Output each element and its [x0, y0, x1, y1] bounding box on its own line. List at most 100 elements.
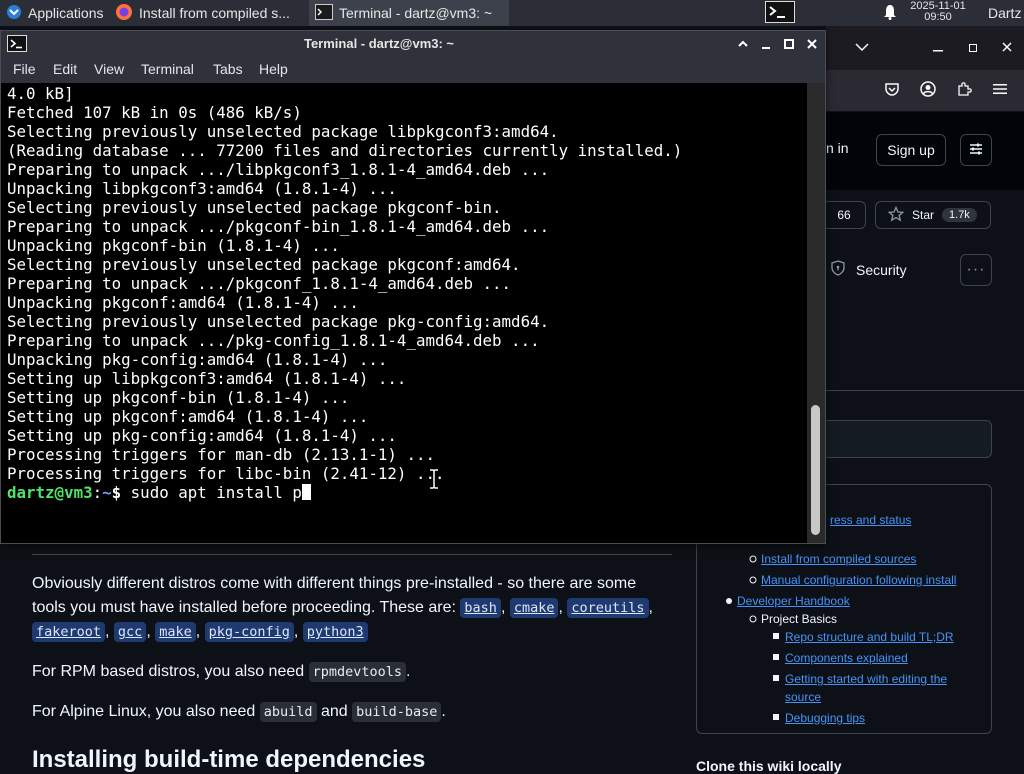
- tab-list-button[interactable]: [852, 38, 872, 58]
- term-close-button[interactable]: [806, 37, 818, 55]
- term-minimize-button[interactable]: [760, 37, 772, 55]
- scrollbar-thumb[interactable]: [811, 405, 820, 535]
- tool-coreutils[interactable]: coreutils: [567, 598, 649, 618]
- bullet-icon: [749, 555, 757, 563]
- clock[interactable]: 2025-11-01 09:50: [906, 1, 970, 23]
- toc-developer-handbook-link[interactable]: Developer Handbook: [737, 594, 850, 608]
- toc-editing-link[interactable]: Getting started with editing the: [785, 672, 947, 686]
- xfce-logo-icon: [6, 4, 22, 23]
- puzzle-icon: [956, 81, 972, 102]
- toc-components-link[interactable]: Components explained: [785, 651, 908, 665]
- terminal-line: Unpacking pkg-config:amd64 (1.8.1-4) ...: [7, 350, 388, 369]
- terminal-line: Preparing to unpack .../pkgconf-bin_1.8.…: [7, 217, 550, 236]
- kebab-icon: ···: [966, 261, 986, 278]
- prompt-separator: :: [92, 483, 103, 502]
- star-count: 1.7k: [942, 208, 977, 222]
- toc-debugging-link[interactable]: Debugging tips: [785, 711, 865, 725]
- rpm-paragraph: For RPM based distros, you also need rpm…: [32, 662, 411, 682]
- maximize-icon: [783, 37, 795, 54]
- sign-up-button[interactable]: Sign up: [876, 134, 946, 166]
- close-icon: [1002, 39, 1012, 57]
- menu-file[interactable]: File: [13, 61, 36, 77]
- tool-make[interactable]: make: [155, 622, 196, 642]
- shade-button[interactable]: [737, 37, 749, 55]
- sign-in-link[interactable]: n in: [826, 140, 849, 156]
- terminal-line: Setting up pkg-config:amd64 (1.8.1-4) ..…: [7, 426, 397, 445]
- tool-bash[interactable]: bash: [460, 598, 501, 618]
- minimize-icon: [933, 39, 943, 57]
- hamburger-icon: [993, 82, 1007, 100]
- top-panel: Applications Install from compiled s... …: [0, 0, 1024, 26]
- wiki-page-search-input[interactable]: [820, 420, 992, 458]
- minimize-button[interactable]: [928, 38, 948, 58]
- bullet-icon: [773, 675, 779, 681]
- notifications-button[interactable]: [876, 0, 904, 26]
- menu-edit[interactable]: Edit: [53, 61, 77, 77]
- browser-tab-bar: [826, 26, 1024, 70]
- pocket-button[interactable]: [882, 81, 902, 101]
- extensions-button[interactable]: [954, 81, 974, 101]
- star-icon: [887, 205, 905, 225]
- terminal-window[interactable]: Terminal - dartz@vm3: ~ File Edit View T…: [0, 30, 826, 544]
- toc-compiled-link[interactable]: Install from compiled sources: [761, 552, 916, 566]
- maximize-icon: [969, 39, 977, 57]
- header-menu-button[interactable]: [960, 134, 992, 166]
- tool-python3[interactable]: python3: [302, 622, 368, 642]
- menu-help[interactable]: Help: [259, 61, 288, 77]
- user-menu-button[interactable]: Dartz: [982, 0, 1024, 26]
- menu-terminal[interactable]: Terminal: [141, 61, 194, 77]
- bullet-icon: [773, 654, 779, 660]
- toc-project-basics: Project Basics: [761, 612, 838, 626]
- toc-progress-link[interactable]: ress and status: [830, 513, 911, 527]
- menu-view[interactable]: View: [94, 61, 124, 77]
- account-button[interactable]: [918, 80, 938, 101]
- terminal-line: Preparing to unpack .../libpkgconf3_1.8.…: [7, 160, 550, 179]
- bullet-icon: [749, 615, 757, 623]
- terminal-line: (Reading database ... 77200 files and di…: [7, 141, 683, 160]
- tool-cmake[interactable]: cmake: [509, 598, 559, 618]
- terminal-line: Fetched 107 kB in 0s (486 kB/s): [7, 103, 302, 122]
- tool-gcc[interactable]: gcc: [113, 622, 147, 642]
- intro-paragraph: Obviously different distros come with di…: [32, 572, 672, 644]
- terminal-line: Selecting previously unselected package …: [7, 312, 550, 331]
- toc-editing-link-cont[interactable]: source: [785, 690, 821, 704]
- menu-tabs[interactable]: Tabs: [213, 61, 243, 77]
- terminal-scrollbar[interactable]: [807, 83, 825, 543]
- browser-toolbar: [826, 70, 1024, 112]
- taskbar-browser-window[interactable]: Install from compiled s...: [109, 0, 309, 26]
- taskbar-terminal-window[interactable]: Terminal - dartz@vm3: ~: [309, 0, 509, 26]
- prompt-dollar: $: [111, 483, 122, 502]
- applications-menu-button[interactable]: Applications: [0, 0, 108, 26]
- more-tabs-button[interactable]: ···: [960, 254, 992, 286]
- terminal-icon: [315, 3, 333, 23]
- term-maximize-button[interactable]: [783, 37, 795, 55]
- rpm-tool: rpmdevtools: [308, 662, 406, 682]
- terminal-titlebar[interactable]: Terminal - dartz@vm3: ~: [1, 31, 825, 57]
- maximize-button[interactable]: [963, 38, 983, 58]
- clone-wiki-heading: Clone this wiki locally: [696, 758, 842, 774]
- github-header: n in Sign up: [826, 112, 1024, 190]
- taskbar-terminal-label: Terminal - dartz@vm3: ~: [339, 5, 493, 21]
- watch-count-button[interactable]: 66: [822, 201, 866, 229]
- alpine-tool-build-base: build-base: [352, 702, 442, 722]
- command-input[interactable]: sudo apt install p: [121, 483, 302, 502]
- terminal-line: Preparing to unpack .../pkg-config_1.8.1…: [7, 331, 540, 350]
- shield-icon: [830, 260, 846, 279]
- terminal-line: Selecting previously unselected package …: [7, 122, 559, 141]
- terminal-output[interactable]: 4.0 kB] Fetched 107 kB in 0s (486 kB/s) …: [1, 83, 807, 539]
- bullet-icon: [773, 714, 779, 720]
- tab-security[interactable]: Security: [830, 260, 907, 279]
- tool-pkg-config[interactable]: pkg-config: [204, 622, 294, 642]
- terminal-launcher-icon: [765, 0, 795, 26]
- app-menu-button[interactable]: [990, 81, 1010, 101]
- close-button[interactable]: [997, 38, 1017, 58]
- wiki-content: Obviously different distros come with di…: [0, 540, 690, 772]
- toc-repo-structure-link[interactable]: Repo structure and build TL;DR: [785, 630, 954, 644]
- bullet-icon: [773, 633, 779, 639]
- terminal-launcher-button[interactable]: [762, 0, 798, 26]
- bullet-icon: [726, 598, 732, 604]
- toc-manual-link[interactable]: Manual configuration following install: [761, 573, 956, 587]
- terminal-line: Preparing to unpack .../pkgconf_1.8.1-4_…: [7, 274, 512, 293]
- star-button[interactable]: Star 1.7k: [875, 201, 991, 229]
- tool-fakeroot[interactable]: fakeroot: [32, 622, 106, 642]
